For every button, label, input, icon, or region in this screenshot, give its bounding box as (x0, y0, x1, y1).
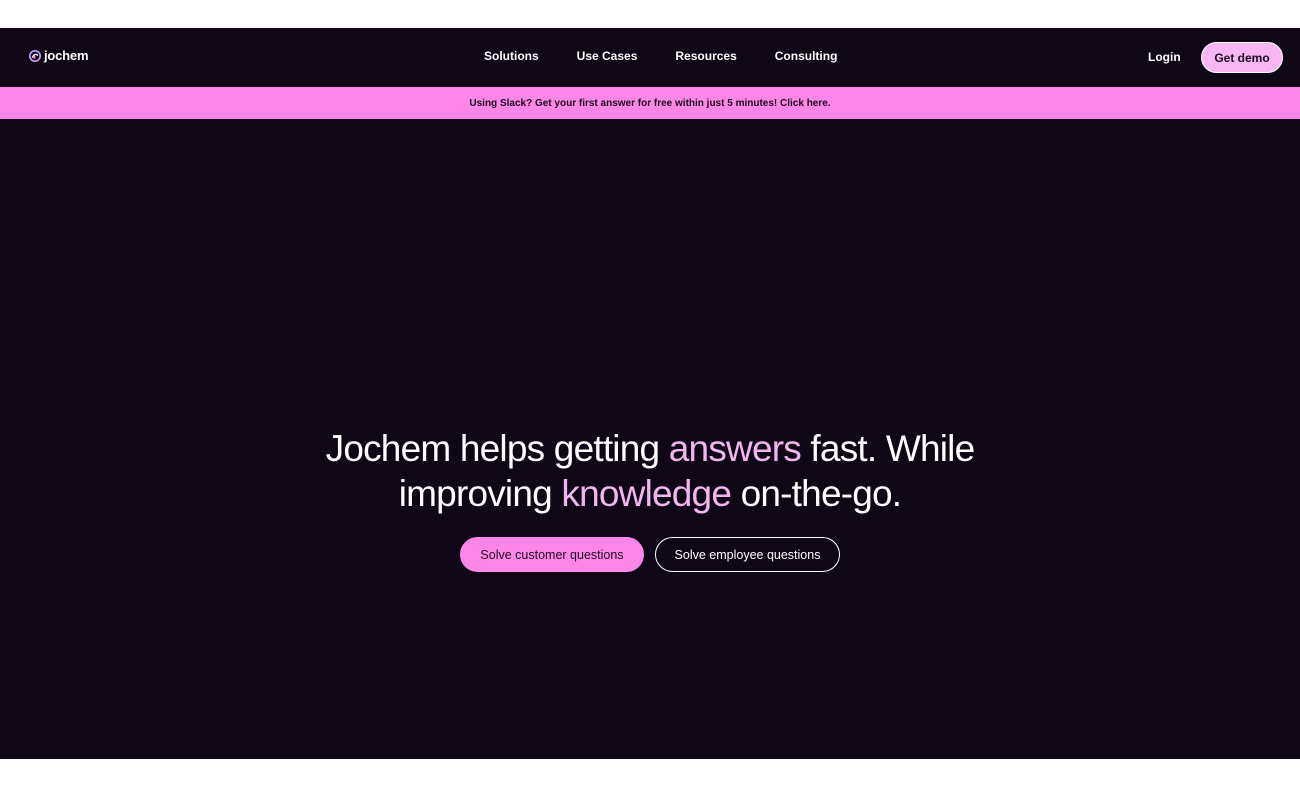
hero-cta-row: Solve customer questions Solve employee … (0, 537, 1300, 572)
nav-solutions[interactable]: Solutions (484, 49, 539, 63)
solve-employee-questions-button[interactable]: Solve employee questions (655, 537, 840, 572)
top-navbar: jochem Solutions Use Cases Resources Con… (0, 28, 1300, 87)
jochem-logo-icon (29, 49, 41, 62)
headline-part: improving (398, 473, 562, 514)
headline-part: on-the-go. (731, 473, 902, 514)
logo-text: jochem (44, 48, 89, 63)
nav-use-cases[interactable]: Use Cases (577, 49, 638, 63)
nav-resources[interactable]: Resources (675, 49, 736, 63)
headline-accent-knowledge: knowledge (561, 473, 732, 514)
hero-headline: Jochem helps getting answers fast. While… (0, 426, 1300, 516)
page-frame: jochem Solutions Use Cases Resources Con… (0, 28, 1300, 759)
login-link[interactable]: Login (1148, 50, 1181, 64)
hero-section: Jochem helps getting answers fast. While… (0, 119, 1300, 759)
headline-part: Jochem helps getting (325, 428, 669, 469)
get-demo-button[interactable]: Get demo (1201, 42, 1283, 73)
headline-part: fast. While (800, 428, 975, 469)
headline-accent-answers: answers (668, 428, 802, 469)
slack-promo-banner[interactable]: Using Slack? Get your first answer for f… (0, 87, 1300, 119)
logo[interactable]: jochem (28, 48, 89, 63)
solve-customer-questions-button[interactable]: Solve customer questions (460, 537, 644, 572)
main-nav: Solutions Use Cases Resources Consulting (484, 49, 837, 63)
nav-consulting[interactable]: Consulting (775, 49, 838, 63)
